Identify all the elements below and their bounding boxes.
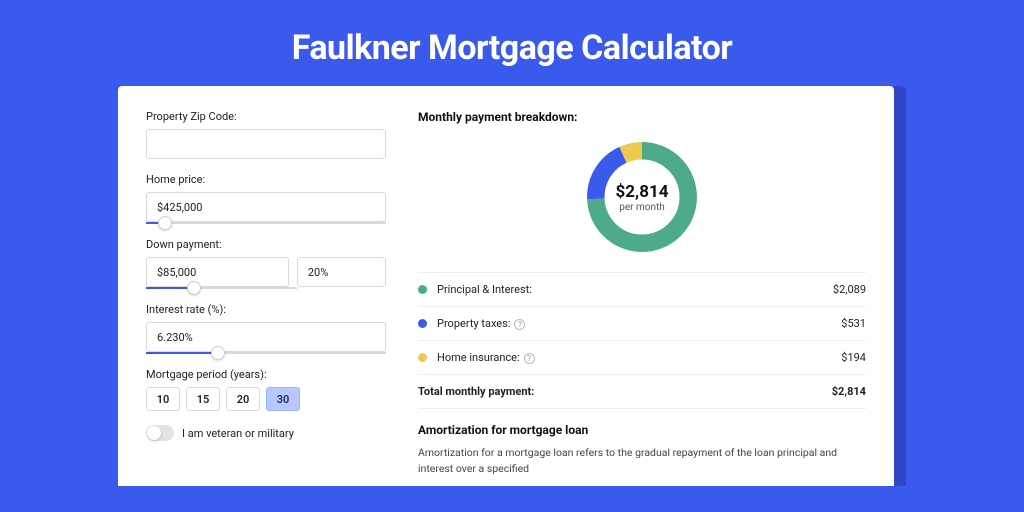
home-price-slider-knob[interactable] xyxy=(158,216,172,230)
info-icon[interactable]: ? xyxy=(524,353,535,364)
legend-total-value: $2,814 xyxy=(832,385,866,398)
dot-icon xyxy=(418,319,427,328)
donut-amount: $2,814 xyxy=(616,182,669,202)
card-shadow: Property Zip Code: Home price: Down paym… xyxy=(118,86,906,486)
legend-row-taxes: Property taxes:? $531 xyxy=(418,307,866,341)
breakdown-panel: Monthly payment breakdown: $2,814 per mo… xyxy=(418,110,866,486)
home-price-field: Home price: xyxy=(146,173,386,224)
down-payment-field: Down payment: xyxy=(146,238,386,289)
period-label: Mortgage period (years): xyxy=(146,368,386,381)
donut-chart: $2,814 per month xyxy=(581,136,703,258)
home-price-slider[interactable] xyxy=(146,222,386,224)
amort-text: Amortization for a mortgage loan refers … xyxy=(418,445,866,477)
interest-slider-knob[interactable] xyxy=(211,346,225,360)
down-payment-pct-input[interactable] xyxy=(297,257,386,287)
calculator-card: Property Zip Code: Home price: Down paym… xyxy=(118,86,894,486)
legend-label: Principal & Interest: xyxy=(437,283,532,296)
breakdown-title: Monthly payment breakdown: xyxy=(418,110,866,124)
down-payment-input[interactable] xyxy=(146,257,289,287)
home-price-label: Home price: xyxy=(146,173,386,186)
interest-slider[interactable] xyxy=(146,352,386,354)
legend-row-total: Total monthly payment: $2,814 xyxy=(418,375,866,409)
legend-value: $531 xyxy=(841,317,866,330)
form-panel: Property Zip Code: Home price: Down paym… xyxy=(146,110,386,486)
dot-icon xyxy=(418,353,427,362)
zip-input[interactable] xyxy=(146,129,386,159)
dot-icon xyxy=(418,285,427,294)
legend-row-insurance: Home insurance:? $194 xyxy=(418,341,866,375)
veteran-label: I am veteran or military xyxy=(182,427,294,440)
donut-sub: per month xyxy=(619,202,665,213)
interest-input[interactable] xyxy=(146,322,386,352)
legend-label: Home insurance:? xyxy=(437,351,535,364)
donut-wrap: $2,814 per month xyxy=(418,130,866,272)
legend-value: $194 xyxy=(841,351,866,364)
period-options: 10 15 20 30 xyxy=(146,387,386,411)
page-title: Faulkner Mortgage Calculator xyxy=(0,0,1024,86)
home-price-input[interactable] xyxy=(146,192,386,222)
period-30[interactable]: 30 xyxy=(266,387,300,411)
info-icon[interactable]: ? xyxy=(514,319,525,330)
legend-total-label: Total monthly payment: xyxy=(418,385,534,398)
legend-label: Property taxes:? xyxy=(437,317,525,330)
period-20[interactable]: 20 xyxy=(226,387,260,411)
veteran-row: I am veteran or military xyxy=(146,425,386,441)
down-payment-slider-knob[interactable] xyxy=(187,281,201,295)
down-payment-label: Down payment: xyxy=(146,238,386,251)
zip-label: Property Zip Code: xyxy=(146,110,386,123)
period-15[interactable]: 15 xyxy=(186,387,220,411)
veteran-toggle[interactable] xyxy=(146,425,174,441)
period-field: Mortgage period (years): 10 15 20 30 xyxy=(146,368,386,411)
down-payment-slider[interactable] xyxy=(146,287,297,289)
legend-row-principal: Principal & Interest: $2,089 xyxy=(418,273,866,307)
interest-label: Interest rate (%): xyxy=(146,303,386,316)
amort-title: Amortization for mortgage loan xyxy=(418,423,866,437)
interest-field: Interest rate (%): xyxy=(146,303,386,354)
zip-field: Property Zip Code: xyxy=(146,110,386,159)
period-10[interactable]: 10 xyxy=(146,387,180,411)
legend-value: $2,089 xyxy=(833,283,866,296)
donut-center: $2,814 per month xyxy=(581,136,703,258)
legend: Principal & Interest: $2,089 Property ta… xyxy=(418,272,866,409)
